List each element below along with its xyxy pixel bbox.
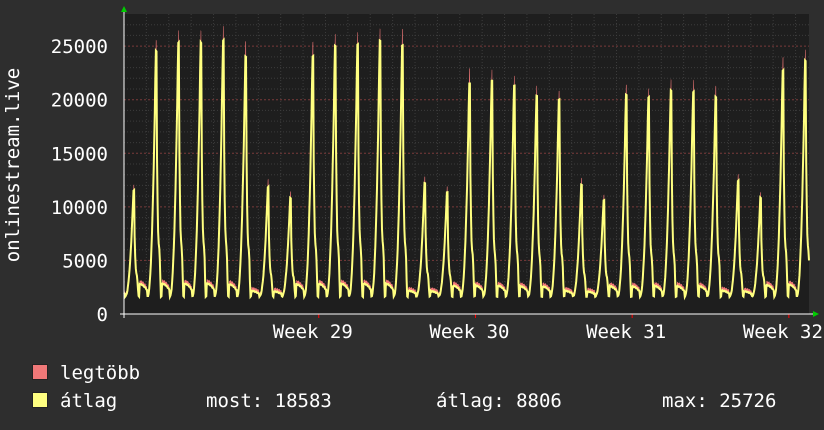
x-axis: Week 29 Week 30 Week 31 Week 32 [273, 314, 823, 340]
y-tick-label: 10000 [51, 197, 108, 219]
y-tick-label: 20000 [51, 90, 108, 112]
y-tick-label: 25000 [51, 36, 108, 58]
y-axis: 0 5000 10000 15000 20000 25000 [51, 36, 108, 326]
stat-maximum: max: 25726 [662, 390, 777, 412]
y-tick-label: 5000 [62, 250, 108, 272]
x-tick-label: Week 30 [429, 321, 509, 340]
legend-label-atlag: átlag [60, 390, 118, 412]
y-axis-arrow [121, 6, 127, 12]
y-axis-label: onlinestream.live [2, 68, 24, 262]
legend-item-legtobb: legtöbb [32, 362, 140, 384]
stat-average: átlag: 8806 [436, 390, 562, 412]
y-tick-label: 0 [97, 304, 108, 326]
x-axis-arrow [813, 311, 819, 317]
legend-swatch-atlag [32, 392, 48, 408]
legend-swatch-legtobb [32, 364, 48, 380]
stat-current: most: 18583 [206, 390, 332, 412]
legend-item-atlag: átlag [32, 390, 117, 412]
x-tick-label: Week 31 [586, 321, 666, 340]
x-tick-label: Week 32 [743, 321, 823, 340]
chart: 0 5000 10000 15000 20000 25000 Week 29 Week 30… [2, 6, 823, 340]
x-tick-label: Week 29 [273, 321, 353, 340]
legend-label-legtobb: legtöbb [60, 362, 141, 384]
y-tick-label: 15000 [51, 143, 108, 165]
